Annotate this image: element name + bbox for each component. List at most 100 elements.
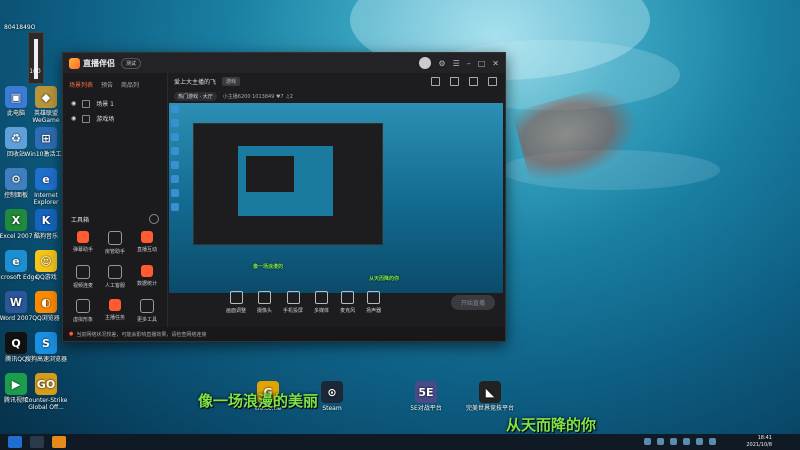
- tool-label: 弹幕助手: [72, 247, 93, 253]
- desktop-icon-glyph: K: [35, 209, 57, 231]
- clock-date: 2021/10/8: [746, 442, 772, 448]
- scene-item[interactable]: ◉ 场景 1: [63, 96, 167, 111]
- preview-nested-window: [193, 123, 383, 245]
- tools-settings-icon[interactable]: [149, 214, 159, 224]
- avatar[interactable]: [419, 57, 432, 69]
- desktop-icon-label: Counter-Strike Global Off...: [24, 397, 68, 411]
- room-stats: 小主播6200 1013849 ♥7 ♫2: [222, 93, 293, 100]
- taskbar-steam-icon[interactable]: [30, 436, 44, 448]
- desktop-icon-glyph: ◐: [35, 291, 57, 313]
- status-bar: ● 当前网络状况较差，可能会影响直播效果，请检查网络连接: [63, 327, 505, 341]
- control-button[interactable]: 手机投屏: [283, 290, 303, 314]
- preview-nested-window-2: [238, 146, 333, 216]
- live-companion-window: 直播伴侣 测试 ⚙ ☰ – □ ✕ 场景列表 预告 商品列 ◉ 场景 1 ◉ 游戏场 工具…: [62, 52, 506, 342]
- tool-button[interactable]: 人工客服: [99, 265, 131, 289]
- taskbar-live-companion-icon[interactable]: [52, 436, 66, 448]
- sidebar-tab[interactable]: 场景列表: [69, 80, 93, 89]
- start-icon[interactable]: [8, 436, 22, 448]
- tool-label: 数据统计: [136, 281, 157, 287]
- bell-icon[interactable]: [469, 77, 478, 86]
- titlebar: 直播伴侣 测试 ⚙ ☰ – □ ✕: [63, 53, 505, 73]
- desktop-icon[interactable]: GO Counter-Strike Global Off...: [22, 373, 70, 411]
- status-text: 当前网络状况较差，可能会影响直播效果，请检查网络连接: [76, 331, 207, 338]
- share-icon[interactable]: [431, 77, 440, 86]
- tray-icon[interactable]: [709, 438, 716, 445]
- control-label: 麦克风: [340, 307, 356, 314]
- desktop-icon-glyph: ⊙: [321, 381, 343, 403]
- tool-icon: [109, 299, 121, 311]
- go-live-button[interactable]: 开始直播: [450, 294, 495, 310]
- control-icon: [341, 290, 355, 304]
- scene-icon: [82, 99, 91, 108]
- tray-icon[interactable]: [696, 438, 703, 445]
- tray-icon[interactable]: [670, 438, 677, 445]
- tool-label: 主播任务: [104, 315, 125, 321]
- desktop-icon-glyph: GO: [35, 373, 57, 395]
- tool-button[interactable]: 数据统计: [131, 265, 163, 289]
- tool-button[interactable]: 弹幕助手: [67, 231, 99, 255]
- volume-value: 100: [29, 68, 41, 75]
- desktop-icon[interactable]: ◣ 完美世界竞技平台: [466, 381, 514, 412]
- warning-icon: ●: [69, 331, 74, 337]
- share-network-icon[interactable]: [488, 77, 497, 86]
- close-icon[interactable]: ✕: [492, 59, 499, 68]
- menu-icon[interactable]: ☰: [453, 59, 460, 68]
- minimize-icon[interactable]: –: [467, 59, 471, 68]
- desktop-icon-glyph: ⊞: [35, 127, 57, 149]
- desktop-icon-label: 完美世界竞技平台: [466, 405, 515, 412]
- app-logo-icon: [69, 57, 80, 69]
- tool-button[interactable]: 房管助手: [99, 231, 131, 255]
- desktop-icon-glyph: ◣: [479, 381, 501, 403]
- control-button[interactable]: 扬声器: [366, 290, 382, 314]
- sidebar: 场景列表 预告 商品列 ◉ 场景 1 ◉ 游戏场 工具箱 弹幕助手 房管助手 直播互动 视频连麦…: [63, 73, 168, 327]
- control-button[interactable]: 画面调整: [226, 290, 246, 314]
- tool-label: 更多工具: [136, 317, 157, 323]
- tool-icon: [108, 231, 122, 245]
- tool-button[interactable]: 主播任务: [99, 299, 131, 323]
- lyric-left: 像一场浪漫的美丽: [198, 392, 319, 410]
- stream-preview[interactable]: 像一场浪漫的 从天而降的你: [169, 103, 503, 293]
- scene-label: 场景 1: [96, 101, 114, 108]
- maximize-icon[interactable]: □: [478, 59, 486, 68]
- eye-icon[interactable]: ◉: [71, 115, 76, 122]
- version-badge: 测试: [121, 57, 142, 69]
- sidebar-tab[interactable]: 商品列: [121, 80, 139, 89]
- preview-desktop-icons: [171, 105, 181, 217]
- lock-icon[interactable]: [450, 77, 459, 86]
- app-logo: 直播伴侣: [69, 57, 115, 69]
- room-category[interactable]: 热门游戏 · 大厅: [174, 91, 217, 101]
- desktop-icon[interactable]: 5E 5E对战平台: [402, 381, 450, 412]
- tray-icon[interactable]: [683, 438, 690, 445]
- control-button[interactable]: 麦克风: [340, 290, 356, 314]
- scene-label: 游戏场: [96, 116, 115, 123]
- control-icon: [229, 290, 243, 304]
- room-tag: 游戏: [222, 76, 241, 86]
- tool-label: 虚拟形象: [72, 317, 93, 323]
- settings-icon[interactable]: ⚙: [438, 59, 445, 68]
- control-button[interactable]: 摄像头: [257, 290, 272, 314]
- tool-button[interactable]: 直播互动: [131, 231, 163, 255]
- control-button[interactable]: 多媒体: [314, 290, 330, 314]
- tool-button[interactable]: 虚拟形象: [67, 299, 99, 323]
- tray-icon[interactable]: [644, 438, 651, 445]
- volume-slider[interactable]: [28, 32, 44, 84]
- sidebar-tab[interactable]: 预告: [101, 80, 113, 89]
- scene-icon: [82, 114, 91, 123]
- tray-icon[interactable]: [657, 438, 664, 445]
- control-icon: [286, 290, 300, 304]
- tool-label: 房管助手: [104, 249, 125, 255]
- tool-icon: [77, 231, 89, 243]
- tool-icon: [141, 231, 153, 243]
- clock[interactable]: 18:41 2021/10/8: [746, 435, 772, 449]
- room-title[interactable]: 爱上大主播的飞: [174, 77, 216, 86]
- eye-icon[interactable]: ◉: [71, 100, 76, 107]
- system-tray: [644, 438, 716, 445]
- scene-item[interactable]: ◉ 游戏场: [63, 111, 167, 126]
- tool-button[interactable]: 视频连麦: [67, 265, 99, 289]
- control-label: 多媒体: [314, 307, 330, 314]
- tool-button[interactable]: 更多工具: [131, 299, 163, 323]
- tool-icon: [108, 265, 122, 279]
- control-label: 扬声器: [366, 307, 382, 314]
- tool-label: 人工客服: [104, 283, 125, 289]
- desktop-icon-glyph: S: [35, 332, 57, 354]
